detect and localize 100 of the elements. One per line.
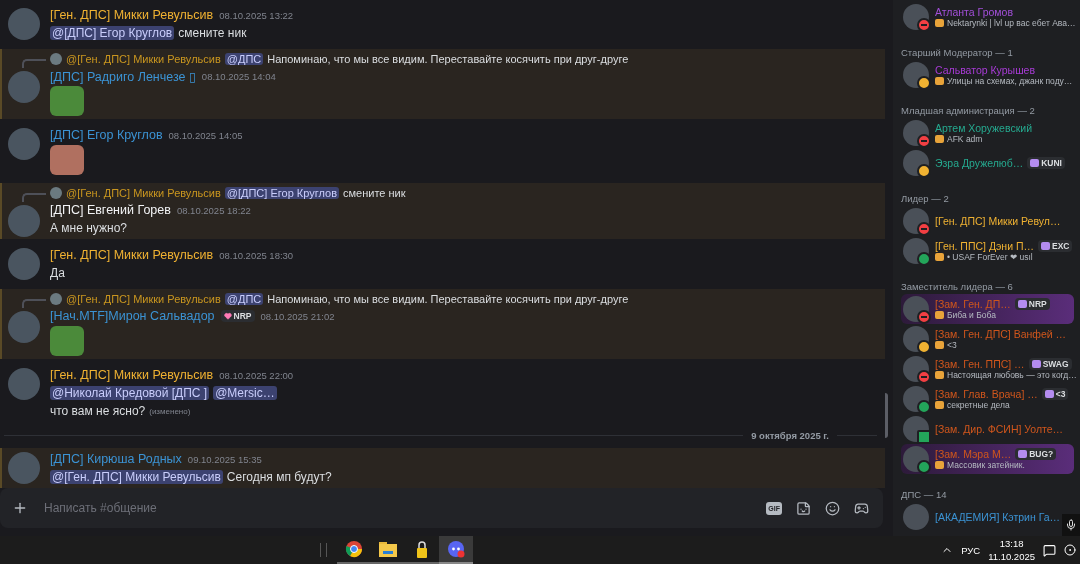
- member-name: Артем Хоружевский: [935, 122, 1032, 134]
- member-name: [Зам. Ген. ППС] …: [935, 358, 1025, 370]
- guild-tag: EXC: [1038, 240, 1073, 252]
- user-mention[interactable]: @Николай Кредовой [ДПС ]: [50, 386, 210, 400]
- date-divider: 9 октября 2025 г.: [751, 429, 829, 441]
- sticker-icon[interactable]: [796, 500, 811, 516]
- message-author[interactable]: [Ген. ДПС] Микки Ревульсив: [50, 248, 214, 262]
- record-icon[interactable]: [1064, 544, 1076, 556]
- highlighted-member-row[interactable]: [Зам. Мэра М… BUG? Массовик затейник.: [901, 444, 1074, 474]
- message-text: Напоминаю, что мы все видим. Переставайте косячить при друг-друге: [267, 53, 629, 65]
- message-text: А мне нужно?: [50, 221, 127, 235]
- member-row[interactable]: Артем Хоружевский AFK adm: [901, 118, 1036, 148]
- status-emoji-icon: [935, 371, 944, 379]
- reply-author[interactable]: @[Ген. ДПС] Микки Ревульсив: [66, 293, 221, 305]
- member-row[interactable]: [Зам. Ген. ДПС] Ванфей … <3: [901, 324, 1071, 354]
- role-heading: ДПС — 14: [901, 488, 948, 502]
- message-time: 08.10.2025 18:30: [219, 249, 294, 261]
- highlighted-member-row[interactable]: [Зам. Ген. ДП… NRP Биба и Боба: [901, 294, 1074, 324]
- reply-line: [22, 298, 46, 308]
- message-text: что вам не ясно?: [50, 404, 146, 418]
- reply-line: [22, 58, 46, 68]
- message-author[interactable]: [ДПС] Егор Круглов: [50, 128, 163, 142]
- status-emoji-icon: [935, 341, 944, 349]
- member-row[interactable]: [Ген. ДПС] Микки Ревул…: [901, 206, 1065, 236]
- member-name: Атланта Громов: [935, 6, 1013, 18]
- member-name: [Зам. Мэра М…: [935, 448, 1012, 460]
- tag-emoji-icon: [1017, 300, 1027, 308]
- message-author[interactable]: [ДПС] Радриго Ленчезе ▯: [50, 68, 196, 84]
- member-name: [АКАДЕМИЯ] Кэтрин Га…: [935, 511, 1061, 523]
- message-text: Напоминаю, что мы все видим. Переставайте косячить при друг-друге: [267, 293, 629, 305]
- member-row[interactable]: [Зам. Дир. ФСИН] Уолте…: [901, 414, 1068, 444]
- member-name: [Зам. Дир. ФСИН] Уолте…: [935, 423, 1064, 435]
- message-time: 08.10.2025 22:00: [219, 369, 294, 381]
- user-mention[interactable]: @[ДПС] Егор Круглов: [224, 187, 339, 199]
- role-heading: Старший Модератор — 1: [901, 46, 1014, 60]
- gamepad-icon[interactable]: [854, 500, 869, 516]
- message-time: 09.10.2025 15:35: [187, 453, 262, 465]
- role-heading: Младшая администрация — 2: [901, 104, 1036, 118]
- photo-placeholder: [50, 145, 84, 175]
- member-avatar: [903, 504, 929, 530]
- member-name: [Зам. Ген. ДП…: [935, 298, 1011, 310]
- status-emoji-icon: [935, 401, 944, 409]
- member-row[interactable]: Атланта Громов Nektarynki | lvl up вас ебет Ава…: [901, 2, 1080, 32]
- reply-avatar: [50, 53, 62, 65]
- member-row[interactable]: Сальватор Курышев Улицы на схемах, джанк поду…: [901, 60, 1077, 90]
- message-time: 08.10.2025 18:22: [176, 204, 251, 216]
- emoji-icon[interactable]: [825, 500, 840, 516]
- member-status: Nektarynki | lvl up вас ебет Ава…: [947, 18, 1076, 28]
- member-row[interactable]: [АКАДЕМИЯ] Кэтрин Га…: [901, 502, 1065, 532]
- reply-author[interactable]: @[Ген. ДПС] Микки Ревульсив: [66, 53, 221, 65]
- message-text: Да: [50, 266, 65, 280]
- reply-author[interactable]: @[Ген. ДПС] Микки Ревульсив: [66, 187, 221, 199]
- tag-emoji-icon: [1044, 390, 1054, 398]
- sticker-placeholder: [50, 86, 84, 116]
- sticker-placeholder: [50, 326, 84, 356]
- user-mention[interactable]: @ДПС: [224, 53, 264, 65]
- message-author[interactable]: [Ген. ДПС] Микки Ревульсив: [50, 368, 214, 382]
- member-status: Улицы на схемах, джанк поду…: [947, 76, 1073, 86]
- member-name: [Зам. Ген. ДПС] Ванфей …: [935, 328, 1067, 340]
- message-time: 08.10.2025 21:02: [260, 310, 335, 322]
- member-status: <3: [947, 340, 957, 350]
- message-time: 08.10.2025 14:04: [201, 70, 276, 82]
- message-text: смените ник: [343, 187, 406, 199]
- user-mention[interactable]: @[Ген. ДПС] Микки Ревульсив: [50, 470, 223, 484]
- user-mention[interactable]: @Mersic…: [213, 386, 277, 400]
- status-emoji-icon: [935, 19, 944, 27]
- taskbar-handle: [320, 543, 327, 557]
- member-name: Сальватор Курышев: [935, 64, 1035, 76]
- member-name: Эзра Дружелюб…: [935, 157, 1024, 169]
- member-row[interactable]: Эзра Дружелюб… KUNI: [901, 148, 1069, 178]
- member-status: секретные дела: [947, 400, 1010, 410]
- member-row[interactable]: [Зам. Глав. Врача] … <3 секретные дела: [901, 384, 1073, 414]
- message-time: 08.10.2025 13:22: [219, 9, 294, 21]
- message-author[interactable]: [Ген. ДПС] Микки Ревульсив: [50, 8, 214, 22]
- reply-avatar: [50, 187, 62, 199]
- member-status: • USAF ForEver ❤ usıl: [947, 252, 1033, 262]
- language-indicator[interactable]: РУС: [961, 544, 981, 556]
- reply-line: [22, 192, 46, 202]
- message-author[interactable]: [Нач.MTF]Мирон Сальвадор: [50, 309, 215, 323]
- user-mention[interactable]: @[ДПС] Егор Круглов: [50, 26, 175, 40]
- chat-app-icon[interactable]: [439, 536, 473, 564]
- notification-icon[interactable]: [1043, 543, 1056, 557]
- tag-emoji-icon: [1030, 159, 1040, 167]
- scrollbar-thumb[interactable]: [882, 393, 888, 438]
- tag-emoji-icon: [1031, 360, 1041, 368]
- guild-tag: NRP: [220, 310, 255, 322]
- message-author[interactable]: [ДПС] Кирюша Родных: [50, 452, 182, 466]
- user-mention[interactable]: @ДПС: [224, 293, 264, 305]
- microphone-icon[interactable]: [1062, 514, 1080, 536]
- member-row[interactable]: [Ген. ППС] Дэни П… EXC • USAF ForEver ❤ usıl: [901, 236, 1077, 266]
- message-author[interactable]: [ДПС] Евгений Горев: [50, 203, 171, 217]
- status-emoji-icon: [935, 135, 944, 143]
- reply-avatar: [50, 293, 62, 305]
- member-row[interactable]: [Зам. Ген. ППС] … SWAG Настоящая любовь — это когд…: [901, 354, 1080, 384]
- status-emoji-icon: [935, 461, 944, 469]
- taskbar-clock[interactable]: 13:18 11.10.2025: [988, 537, 1035, 563]
- message-time: 08.10.2025 14:05: [168, 129, 243, 141]
- guild-tag: SWAG: [1028, 358, 1072, 370]
- plus-icon[interactable]: [12, 500, 28, 516]
- member-name: [Зам. Глав. Врача] …: [935, 388, 1038, 400]
